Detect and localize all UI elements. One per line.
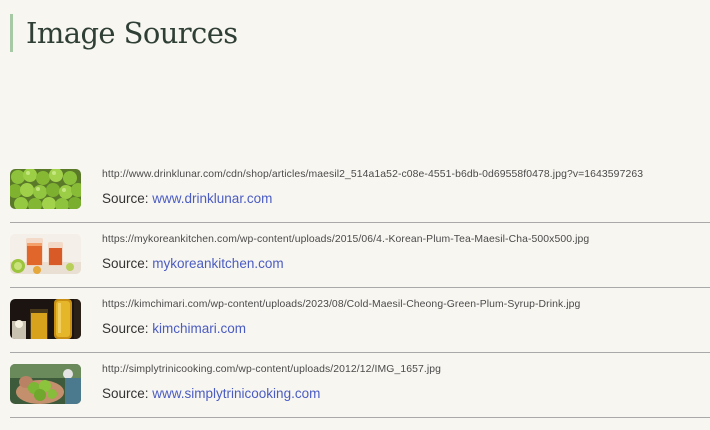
source-link[interactable]: www.drinklunar.com (152, 191, 272, 206)
image-url: https://kimchimari.com/wp-content/upload… (102, 299, 581, 310)
source-line: Source: www.drinklunar.com (102, 191, 272, 206)
source-link[interactable]: www.simplytrinicooking.com (152, 386, 320, 401)
source-row: http://simplytrinicooking.com/wp-content… (10, 353, 710, 418)
source-row: http://www.drinklunar.com/cdn/shop/artic… (10, 158, 710, 223)
plum-syrup-bottle-image[interactable] (10, 299, 81, 339)
green-plums-image[interactable] (10, 169, 81, 209)
source-line: Source: www.simplytrinicooking.com (102, 386, 320, 401)
image-url: https://mykoreankitchen.com/wp-content/u… (102, 234, 590, 245)
source-label: Source: (102, 321, 153, 336)
source-row: https://kimchimari.com/wp-content/upload… (10, 288, 710, 353)
sources-list: http://www.drinklunar.com/cdn/shop/artic… (10, 158, 710, 418)
page-heading: Image Sources (10, 14, 238, 52)
source-label: Source: (102, 256, 153, 271)
source-row: https://mykoreankitchen.com/wp-content/u… (10, 223, 710, 288)
source-link[interactable]: mykoreankitchen.com (152, 256, 283, 271)
source-label: Source: (102, 191, 153, 206)
source-line: Source: kimchimari.com (102, 321, 246, 336)
plum-tea-glasses-image[interactable] (10, 234, 81, 274)
hand-holding-limes-image[interactable] (10, 364, 81, 404)
source-line: Source: mykoreankitchen.com (102, 256, 284, 271)
source-label: Source: (102, 386, 153, 401)
image-url: http://www.drinklunar.com/cdn/shop/artic… (102, 169, 644, 180)
source-link[interactable]: kimchimari.com (152, 321, 246, 336)
image-url: http://simplytrinicooking.com/wp-content… (102, 364, 442, 375)
page-title: Image Sources (26, 16, 238, 50)
